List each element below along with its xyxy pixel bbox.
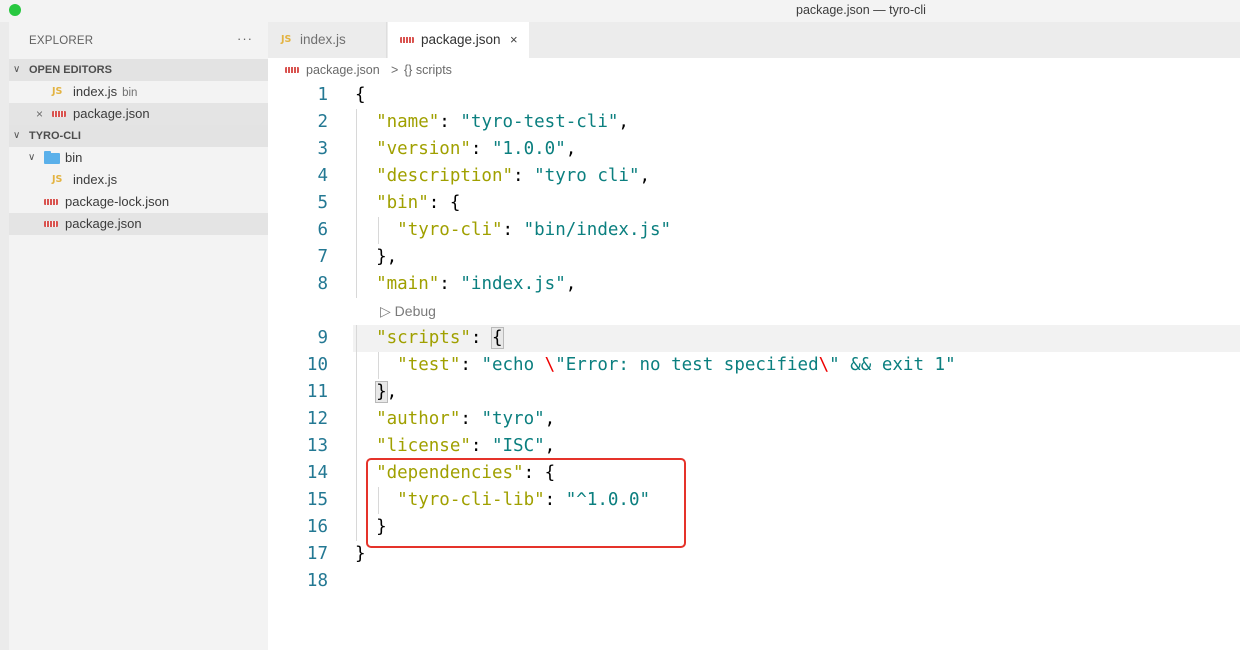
file-folder-hint: bin <box>122 87 138 99</box>
file-item-package-lock-json[interactable]: package-lock.json <box>9 191 268 213</box>
javascript-file-icon: JS <box>281 34 292 45</box>
line-number: 13 <box>306 436 328 456</box>
open-editor-item-package-json[interactable]: × package.json <box>9 103 268 125</box>
open-editors-section[interactable]: ∨ OPEN EDITORS <box>9 59 268 81</box>
close-icon[interactable]: × <box>510 22 518 58</box>
line-number: 15 <box>306 490 328 510</box>
code-editor[interactable]: 1 2 3 4 5 6 7 8 9 10 11 12 13 14 15 16 1… <box>268 82 1240 650</box>
line-number: 7 <box>317 247 328 267</box>
folder-bin[interactable]: ∨ bin <box>9 147 268 169</box>
open-editor-item-index-js[interactable]: JS index.js bin <box>9 81 268 103</box>
line-number: 9 <box>317 328 328 348</box>
code-line: "name": "tyro-test-cli", <box>376 112 629 132</box>
file-item-index-js[interactable]: JS index.js <box>9 169 268 191</box>
chevron-down-icon: ∨ <box>13 130 21 141</box>
file-name: package.json <box>65 216 142 231</box>
file-item-package-json[interactable]: package.json <box>9 213 268 235</box>
breadcrumb-separator: > <box>391 63 399 77</box>
project-section[interactable]: ∨ TYRO-CLI <box>9 125 268 147</box>
file-name: index.js <box>73 84 118 99</box>
line-number: 6 <box>317 220 328 240</box>
code-line: "version": "1.0.0", <box>376 139 577 159</box>
folder-name: bin <box>65 150 83 165</box>
line-number: 8 <box>317 274 328 294</box>
code-line: } <box>376 517 387 537</box>
title-bar: package.json — tyro-cli <box>0 0 1240 22</box>
matched-bracket: } <box>375 381 388 403</box>
code-line: }, <box>375 381 398 403</box>
explorer-sidebar: EXPLORER ··· ∨ OPEN EDITORS JS index.js b… <box>0 22 268 650</box>
window-title: package.json — tyro-cli <box>796 3 926 17</box>
line-number: 17 <box>306 544 328 564</box>
code-line: "tyro-cli": "bin/index.js" <box>397 220 672 240</box>
line-number: 14 <box>306 463 328 483</box>
line-number: 11 <box>306 382 328 402</box>
breadcrumb-symbol[interactable]: {} scripts <box>404 58 452 82</box>
close-icon[interactable]: × <box>36 103 43 125</box>
json-file-icon <box>44 221 58 227</box>
activity-bar <box>0 22 9 650</box>
tab-label: package.json <box>421 32 501 47</box>
code-line: "test": "echo \"Error: no test specified… <box>397 355 956 375</box>
line-number: 18 <box>306 571 328 591</box>
line-number: 10 <box>306 355 328 375</box>
code-line: "dependencies": { <box>376 463 556 483</box>
line-number: 3 <box>317 139 328 159</box>
debug-codelens[interactable]: ▷ Debug <box>380 301 436 321</box>
line-number: 1 <box>317 85 328 105</box>
code-line: "bin": { <box>376 193 461 213</box>
code-line: } <box>355 544 366 564</box>
tab-label: index.js <box>300 32 346 47</box>
chevron-down-icon: ∨ <box>13 64 21 75</box>
json-file-icon <box>52 111 66 117</box>
code-line: }, <box>376 247 398 267</box>
line-number: 16 <box>306 517 328 537</box>
code-line: "scripts": { <box>376 327 504 349</box>
javascript-file-icon: JS <box>52 174 63 185</box>
code-line: { <box>355 85 366 105</box>
editor-tab-bar: JS index.js package.json × <box>268 22 1240 58</box>
line-number: 5 <box>317 193 328 213</box>
folder-icon <box>44 151 60 164</box>
play-icon: ▷ <box>380 303 391 319</box>
line-number: 2 <box>317 112 328 132</box>
matched-bracket: { <box>491 327 504 349</box>
code-line: "author": "tyro", <box>376 409 556 429</box>
json-file-icon <box>285 67 299 73</box>
code-line: "tyro-cli-lib": "^1.0.0" <box>397 490 651 510</box>
chevron-down-icon: ∨ <box>28 152 36 163</box>
tab-package-json[interactable]: package.json × <box>388 22 529 58</box>
file-name: package.json <box>73 106 150 121</box>
breadcrumb: package.json > {} scripts <box>268 58 1240 82</box>
code-line: "main": "index.js", <box>376 274 577 294</box>
file-name: package-lock.json <box>65 194 170 209</box>
tab-index-js[interactable]: JS index.js <box>268 22 387 58</box>
breadcrumb-file[interactable]: package.json <box>306 58 380 82</box>
explorer-header: EXPLORER <box>29 35 94 47</box>
line-number: 12 <box>306 409 328 429</box>
line-number: 4 <box>317 166 328 186</box>
json-file-icon <box>44 199 58 205</box>
javascript-file-icon: JS <box>52 86 63 97</box>
code-line: "description": "tyro cli", <box>376 166 651 186</box>
code-line: "license": "ISC", <box>376 436 556 456</box>
json-file-icon <box>400 37 414 43</box>
file-name: index.js <box>73 172 118 187</box>
more-actions-icon[interactable]: ··· <box>237 31 253 46</box>
